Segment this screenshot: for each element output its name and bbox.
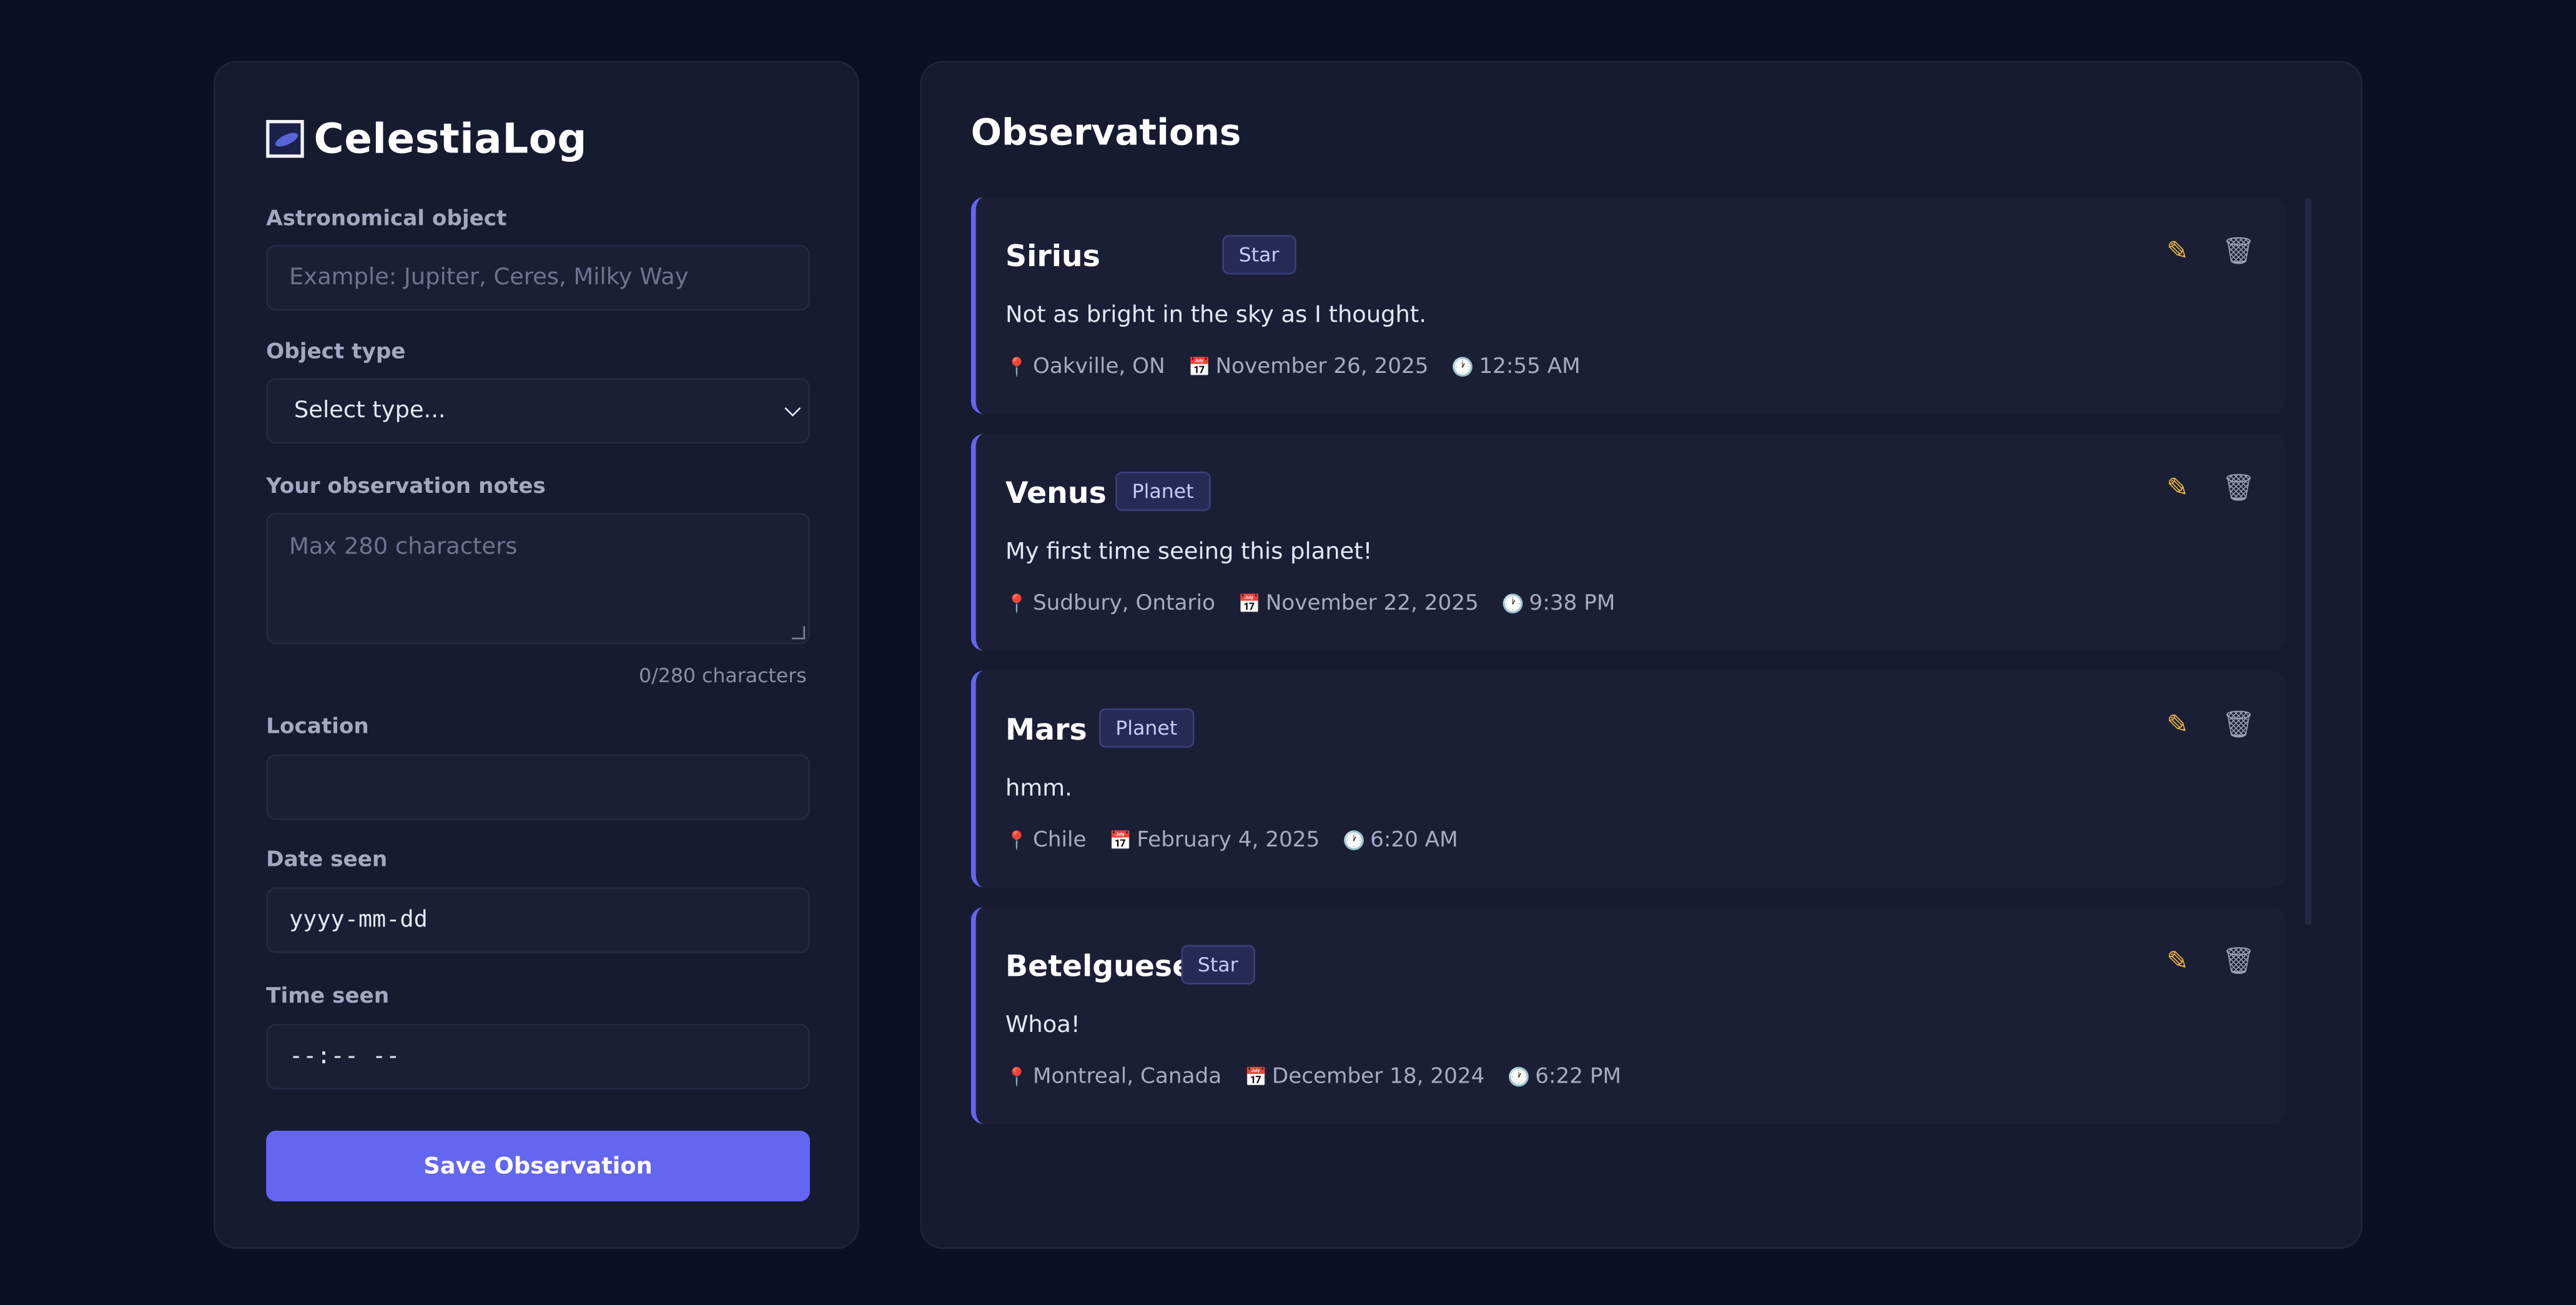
time-input[interactable]: --:-- -- [266,1023,810,1090]
time-value: --:-- -- [289,1043,400,1070]
calendar-icon: 📅 [1238,593,1261,615]
observation-name: Betelguese [1005,950,1193,985]
clock-icon: 🕐 [1451,356,1474,379]
edit-icon[interactable]: ✎ [2160,470,2194,504]
brand: CelestiaLog [266,115,587,162]
card-actions: ✎ 🗑 [2160,234,2256,268]
observation-meta: 📍 Oakville, ON 📅 November 26, 2025 🕐 12:55 … [1005,355,1581,379]
observation-location: Montreal, Canada [1032,1064,1222,1090]
observation-location: Oakville, ON [1032,355,1165,380]
observation-note: hmm. [1005,775,1072,802]
observation-meta: 📍 Montreal, Canada 📅 December 18, 2024 🕐 6:… [1005,1065,1621,1089]
list-scrollbar[interactable] [2304,197,2312,926]
galaxy-icon [266,120,304,158]
pin-icon: 📍 [1005,356,1029,379]
type-badge: Planet [1115,472,1210,512]
clock-icon: 🕐 [1508,1066,1531,1088]
observation-date: February 4, 2025 [1137,828,1320,853]
observation-date: November 22, 2025 [1265,592,1479,617]
trash-icon[interactable]: 🗑 [2221,943,2256,978]
location-input[interactable] [266,754,810,820]
object-label: Astronomical object [266,207,507,232]
notes-placeholder: Max 280 characters [289,533,518,561]
pin-icon: 📍 [1005,830,1029,851]
pin-icon: 📍 [1005,1066,1029,1088]
card-actions: ✎ 🗑 [2160,470,2256,504]
location-label: Location [266,715,369,740]
notes-textarea[interactable]: Max 280 characters [266,512,810,645]
observation-card: Sirius Star ✎ 🗑 Not as bright in the sky… [970,197,2286,414]
observation-card: Venus Planet ✎ 🗑 My first time seeing th… [970,434,2286,651]
observation-meta: 📍 Sudbury, Ontario 📅 November 22, 2025 🕐 9:… [1005,592,1615,616]
object-placeholder: Example: Jupiter, Ceres, Milky Way [289,264,689,291]
observation-card: Mars Planet ✎ 🗑 hmm. 📍 Chile 📅 February 4,… [970,670,2286,888]
type-label: Object type [266,340,406,365]
app-root: CelestiaLog Astronomical object Example:… [0,0,2576,1305]
clock-icon: 🕐 [1343,830,1366,851]
observation-location: Chile [1032,828,1087,853]
type-badge: Planet [1098,708,1194,748]
char-counter: 0/280 characters [639,663,807,687]
observation-card: Betelguese Star ✎ 🗑 Whoa! 📍 Montreal, Can… [970,907,2286,1124]
observation-note: My first time seeing this planet! [1005,538,1373,565]
observation-name: Venus [1005,476,1107,512]
calendar-icon: 📅 [1244,1066,1268,1088]
observation-meta: 📍 Chile 📅 February 4, 2025 🕐 6:20 AM [1005,828,1458,853]
chevron-down-icon [784,400,801,417]
observation-name: Sirius [1005,240,1100,275]
notes-label: Your observation notes [266,475,546,500]
trash-icon[interactable]: 🗑 [2221,234,2256,268]
observation-date: November 26, 2025 [1215,355,1429,380]
observations-panel: Observations Sirius Star ✎ 🗑 Not as brig… [920,61,2363,1249]
type-selected-value: Select type... [294,397,446,424]
card-actions: ✎ 🗑 [2160,707,2256,741]
observation-time: 12:55 AM [1479,355,1581,380]
resize-handle-icon[interactable] [792,626,806,640]
date-input[interactable]: yyyy-mm-dd [266,887,810,953]
observation-name: Mars [1005,713,1087,748]
edit-icon[interactable]: ✎ [2160,943,2194,978]
observation-time: 6:22 PM [1535,1064,1622,1090]
date-value: yyyy-mm-dd [289,907,428,934]
clock-icon: 🕐 [1501,593,1524,615]
edit-icon[interactable]: ✎ [2160,234,2194,268]
observation-note: Not as bright in the sky as I thought. [1005,302,1427,329]
calendar-icon: 📅 [1188,356,1211,379]
calendar-icon: 📅 [1109,830,1132,851]
pin-icon: 📍 [1005,593,1029,615]
save-observation-button[interactable]: Save Observation [266,1130,810,1202]
card-actions: ✎ 🗑 [2160,943,2256,978]
observation-note: Whoa! [1005,1012,1080,1039]
observations-title: Observations [970,113,1241,155]
observation-time: 9:38 PM [1529,592,1616,617]
observation-location: Sudbury, Ontario [1032,592,1215,617]
type-select[interactable]: Select type... [266,378,810,444]
type-badge: Star [1222,235,1296,275]
trash-icon[interactable]: 🗑 [2221,470,2256,504]
observation-form-panel: CelestiaLog Astronomical object Example:… [213,61,859,1249]
app-title: CelestiaLog [313,115,587,163]
object-input[interactable]: Example: Jupiter, Ceres, Milky Way [266,244,810,311]
type-badge: Star [1181,945,1255,985]
observation-date: December 18, 2024 [1271,1064,1485,1090]
time-label: Time seen [266,984,390,1010]
date-label: Date seen [266,848,388,873]
observation-time: 6:20 AM [1370,828,1458,853]
edit-icon[interactable]: ✎ [2160,707,2194,741]
trash-icon[interactable]: 🗑 [2221,707,2256,741]
